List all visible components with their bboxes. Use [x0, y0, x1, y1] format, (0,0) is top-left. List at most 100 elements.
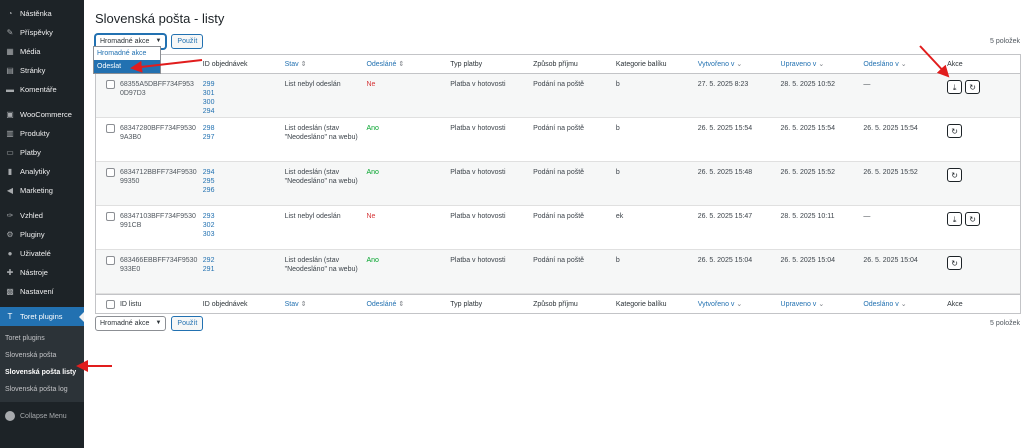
collapse-menu-button[interactable]: Collapse Menu	[0, 406, 84, 426]
select-all-cell	[96, 299, 116, 309]
sidebar-item-4[interactable]: ▬ Komentáře	[0, 80, 84, 99]
column-header-2[interactable]: Stav ⇕	[281, 300, 363, 309]
order-link[interactable]: 296	[203, 186, 277, 195]
column-header-7[interactable]: Vytvořeno v ⌄	[694, 60, 777, 69]
column-header-5: Způsob příjmu	[533, 300, 578, 308]
refresh-button[interactable]: ↻	[947, 124, 963, 138]
order-link[interactable]: 294	[203, 107, 277, 116]
column-header-2[interactable]: Stav ⇕	[281, 60, 363, 69]
table-row: 68347103BFF734F9530 991CB 293 302 303 List n…	[96, 206, 1020, 250]
column-header-1: ID objednávek	[202, 60, 248, 68]
status: List nebyl odeslán	[284, 213, 341, 220]
column-header-7[interactable]: Vytvořeno v ⌄	[694, 300, 777, 309]
dropdown-option-bulk[interactable]: Hromadné akce	[94, 47, 160, 60]
sidebar-item-1[interactable]: ✎ Příspěvky	[0, 23, 84, 42]
order-ids: 294 295 296	[199, 162, 281, 205]
order-link[interactable]: 299	[203, 80, 277, 89]
bulk-action-select-bottom[interactable]: Hromadné akce ▼	[95, 316, 167, 331]
download-button[interactable]: ⤓	[947, 80, 963, 94]
column-header-9[interactable]: Odesláno v ⌄	[859, 60, 943, 69]
order-link[interactable]: 302	[203, 221, 277, 230]
column-header-8[interactable]: Upraveno v ⌄	[777, 60, 860, 69]
order-link[interactable]: 294	[203, 168, 277, 177]
package-category: b	[615, 125, 620, 132]
order-link[interactable]: 292	[203, 256, 277, 265]
order-link[interactable]: 298	[203, 124, 277, 133]
refresh-button[interactable]: ↻	[947, 168, 963, 182]
order-link[interactable]: 293	[203, 212, 277, 221]
letter-id: 68347103BFF734F9530 991CB	[119, 213, 196, 229]
order-link[interactable]: 297	[203, 133, 277, 142]
tools-icon: ✚	[6, 268, 14, 277]
sidebar-item-12[interactable]: ● Uživatelé	[0, 244, 84, 263]
order-link[interactable]: 301	[203, 89, 277, 98]
column-header-3[interactable]: Odesláné ⇕	[362, 60, 446, 69]
refresh-icon: ↻	[969, 82, 976, 92]
sidebar-item-6[interactable]: ▥ Produkty	[0, 124, 84, 143]
sort-icon: ⇕	[398, 60, 405, 68]
column-header-4: Typ platby	[450, 300, 483, 308]
actions-cell: ↻	[943, 118, 1020, 161]
table-foot-row: ID listu ID objednávek Stav ⇕ Odesláné ⇕ Typ p…	[96, 294, 1020, 313]
sent-flag: Ano	[366, 169, 379, 176]
sort-icon: ⌄	[736, 300, 743, 308]
row-checkbox[interactable]	[106, 168, 115, 177]
row-checkbox-cell	[96, 74, 116, 117]
order-link[interactable]: 295	[203, 177, 277, 186]
select-all-checkbox[interactable]	[106, 299, 115, 309]
apply-button-bottom[interactable]: Použít	[171, 316, 204, 331]
actions-cell: ↻	[943, 250, 1020, 293]
sidebar-item-label: Toret plugins	[20, 312, 63, 321]
sidebar-item-15[interactable]: T Toret plugins	[0, 307, 84, 326]
pin-icon: ✎	[6, 28, 14, 37]
table-row: 683466EBBFF734F9530 933E0 292 291 List odes…	[96, 250, 1020, 294]
dropdown-option-send[interactable]: Odeslat	[94, 60, 160, 73]
sidebar-item-label: Marketing	[20, 186, 53, 195]
column-header-9[interactable]: Odesláno v ⌄	[859, 300, 943, 309]
letter-id: 6834712BBFF734F9530 99350	[119, 169, 197, 185]
receipt-method: Podání na poště	[533, 125, 585, 132]
column-header-3[interactable]: Odesláné ⇕	[362, 300, 446, 309]
row-checkbox[interactable]	[106, 212, 115, 221]
submenu-item-3[interactable]: Slovenská pošta log	[0, 381, 84, 398]
order-ids: 292 291	[199, 250, 281, 293]
refresh-icon: ↻	[969, 214, 976, 224]
submenu-item-2[interactable]: Slovenská pošta listy	[0, 364, 84, 381]
submenu-item-1[interactable]: Slovenská pošta	[0, 347, 84, 364]
sidebar-item-14[interactable]: ▩ Nastavení	[0, 282, 84, 301]
sidebar-item-13[interactable]: ✚ Nástroje	[0, 263, 84, 282]
sidebar-item-10[interactable]: ✑ Vzhled	[0, 206, 84, 225]
apply-button[interactable]: Použít	[171, 34, 204, 49]
sidebar-item-2[interactable]: ▦ Média	[0, 42, 84, 61]
sidebar-item-11[interactable]: ⚙ Pluginy	[0, 225, 84, 244]
sidebar-item-9[interactable]: ◀ Marketing	[0, 181, 84, 200]
order-link[interactable]: 291	[203, 265, 277, 274]
sidebar-item-0[interactable]: ◔ Nástěnka	[0, 4, 84, 23]
sidebar-item-8[interactable]: ▮ Analytiky	[0, 162, 84, 181]
row-checkbox[interactable]	[106, 256, 115, 265]
created-at: 26. 5. 2025 15:54	[697, 125, 753, 132]
column-header-1: ID objednávek	[202, 300, 248, 308]
refresh-button[interactable]: ↻	[965, 80, 981, 94]
refresh-button[interactable]: ↻	[947, 256, 963, 270]
bulk-action-dropdown: Hromadné akce Odeslat	[93, 46, 161, 74]
download-button[interactable]: ⤓	[947, 212, 963, 226]
payment-type: Platba v hotovosti	[450, 81, 506, 88]
column-header-8[interactable]: Upraveno v ⌄	[777, 300, 860, 309]
dashboard-icon: ◔	[7, 9, 13, 18]
refresh-button[interactable]: ↻	[965, 212, 981, 226]
order-link[interactable]: 300	[203, 98, 277, 107]
order-link[interactable]: 303	[203, 230, 277, 239]
sidebar-item-7[interactable]: ▭ Platby	[0, 143, 84, 162]
row-checkbox[interactable]	[106, 124, 115, 133]
sidebar-item-3[interactable]: ▤ Stránky	[0, 61, 84, 80]
row-checkbox-cell	[96, 250, 116, 293]
receipt-method: Podání na poště	[533, 81, 585, 88]
settings-icon: ▩	[6, 287, 14, 296]
sidebar-item-label: Pluginy	[20, 230, 45, 239]
row-checkbox[interactable]	[106, 80, 115, 89]
submenu-item-0[interactable]: Toret plugins	[0, 330, 84, 347]
column-header-10: Akce	[947, 60, 963, 68]
sidebar-item-5[interactable]: ▣ WooCommerce	[0, 105, 84, 124]
sidebar-item-label: Nástroje	[20, 268, 48, 277]
